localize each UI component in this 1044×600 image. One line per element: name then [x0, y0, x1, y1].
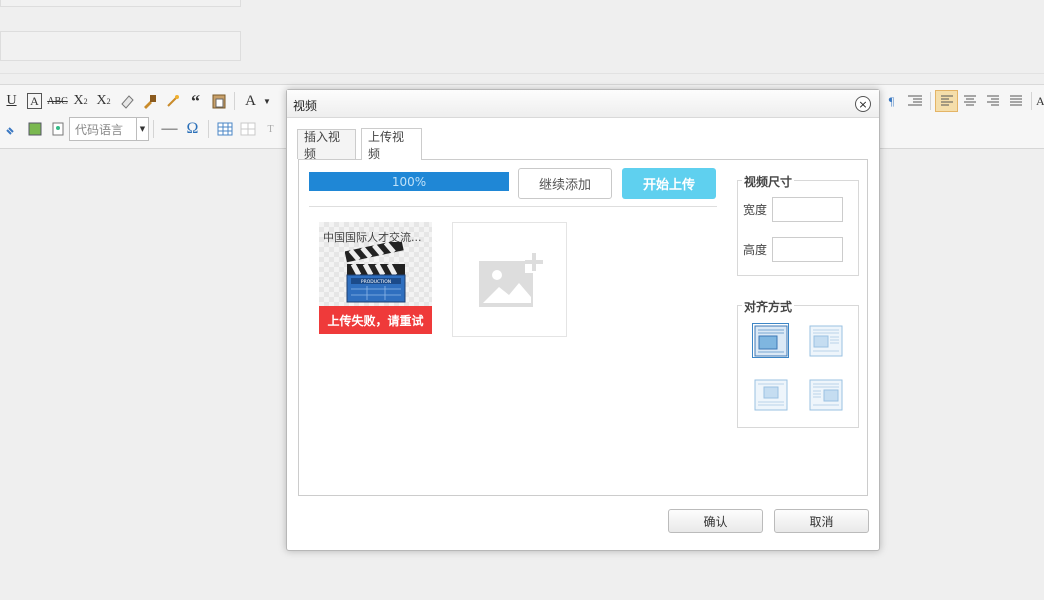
justify-right-icon[interactable] [981, 90, 1004, 112]
tab-upload-video[interactable]: 上传视频 [361, 128, 422, 161]
code-language-select[interactable]: 代码语言 ▼ [69, 117, 149, 141]
video-dialog: 视频 × 插入视频 上传视频 100% 继续添加 开始上传 中国国际人才交流..… [286, 89, 880, 551]
video-size-legend: 视频尺寸 [742, 173, 795, 190]
width-label: 宽度 [743, 203, 768, 217]
width-row: 宽度 [743, 197, 844, 222]
font-color-icon[interactable]: A [239, 90, 262, 112]
upload-panel: 100% 继续添加 开始上传 中国国际人才交流... PRODUCTION 上传… [298, 159, 868, 496]
close-icon[interactable]: × [855, 96, 871, 112]
code-language-placeholder: 代码语言 [75, 122, 124, 137]
subscript-icon[interactable]: X2 [92, 90, 115, 112]
clapper-label: PRODUCTION [361, 279, 391, 285]
width-input[interactable] [772, 197, 844, 222]
toolbar-separator [208, 120, 209, 138]
confirm-button[interactable]: 确认 [668, 509, 763, 533]
height-input[interactable] [772, 237, 844, 262]
background-input-top [0, 0, 241, 7]
toolbar-row-1-right: ¶ A [880, 88, 1044, 114]
add-file-card[interactable] [452, 222, 567, 337]
format-brush-icon[interactable] [138, 90, 161, 112]
eraser-icon[interactable] [115, 90, 138, 112]
insert-code-icon[interactable] [46, 118, 69, 140]
toolbar-row-2: 代码语言 ▼ — Ω T [0, 116, 282, 142]
chevron-down-icon: ▼ [136, 118, 148, 140]
cancel-button[interactable]: 取消 [774, 509, 869, 533]
justify-full-icon[interactable] [1004, 90, 1027, 112]
align-right-option[interactable] [807, 377, 844, 412]
background-input [0, 31, 241, 61]
toolbar-separator [234, 92, 235, 110]
underline-icon[interactable]: U [0, 90, 23, 112]
align-right-icon [809, 379, 842, 410]
justify-center-icon[interactable] [958, 90, 981, 112]
toolbar-separator [930, 92, 931, 110]
divider [309, 206, 717, 207]
upload-error-message[interactable]: 上传失败，请重试 [319, 306, 432, 334]
paste-plain-icon[interactable] [207, 90, 230, 112]
dialog-title: 视频 [293, 99, 318, 113]
uploaded-file-card[interactable]: 中国国际人才交流... PRODUCTION 上传失败，请重试 [319, 222, 432, 334]
alignment-legend: 对齐方式 [742, 298, 795, 315]
link-icon[interactable] [0, 118, 23, 140]
toolbar-separator [153, 120, 154, 138]
alignment-group: 对齐方式 [737, 298, 859, 428]
align-none-icon [754, 325, 787, 356]
superscript-icon[interactable]: X2 [69, 90, 92, 112]
toolbar-separator [1031, 92, 1032, 110]
add-image-icon [478, 250, 543, 307]
align-none-option[interactable] [752, 323, 789, 358]
start-upload-button[interactable]: 开始上传 [622, 168, 716, 199]
align-center-option[interactable] [752, 377, 789, 412]
chevron-down-icon[interactable]: ▼ [262, 90, 272, 112]
video-size-group: 视频尺寸 宽度 高度 [737, 173, 859, 276]
align-center-icon [754, 379, 787, 410]
toolbar-row-1: U A ABC X2 X2 “ A ▼ [0, 88, 272, 114]
upload-progress-bar: 100% [309, 172, 509, 191]
justify-left-icon[interactable] [935, 90, 958, 112]
horizontal-rule-icon[interactable]: — [158, 118, 181, 140]
tab-insert-video[interactable]: 插入视频 [297, 129, 356, 161]
height-row: 高度 [743, 237, 844, 262]
align-left-icon [809, 325, 842, 356]
font-family-icon[interactable]: A [1036, 90, 1044, 112]
video-clapper-icon: PRODUCTION [345, 242, 406, 303]
rtl-icon[interactable]: ¶ [880, 90, 903, 112]
table-title-icon[interactable]: T [259, 118, 282, 140]
background-divider [0, 73, 1044, 74]
image-icon[interactable] [23, 118, 46, 140]
height-label: 高度 [743, 243, 768, 257]
blockquote-icon[interactable]: “ [184, 90, 207, 112]
dialog-header: 视频 × [287, 90, 879, 118]
special-char-icon[interactable]: Ω [181, 118, 204, 140]
auto-format-icon[interactable] [161, 90, 184, 112]
font-border-icon[interactable]: A [23, 90, 46, 112]
indent-icon[interactable] [903, 90, 926, 112]
align-left-option[interactable] [807, 323, 844, 358]
strikethrough-icon[interactable]: ABC [46, 90, 69, 112]
add-more-button[interactable]: 继续添加 [518, 168, 612, 199]
table-merge-icon[interactable] [236, 118, 259, 140]
table-icon[interactable] [213, 118, 236, 140]
